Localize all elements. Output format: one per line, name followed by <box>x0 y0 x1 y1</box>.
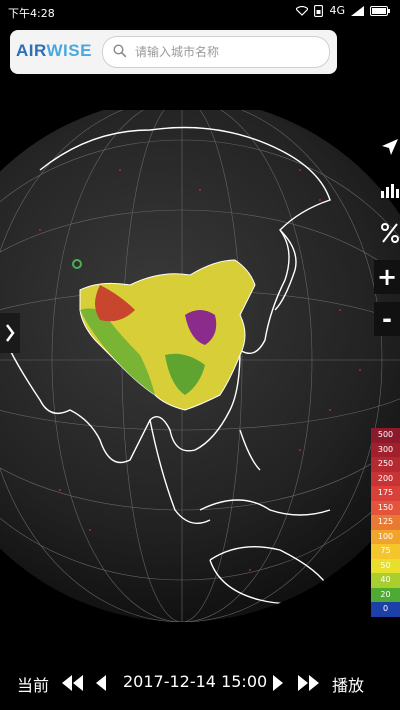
search-icon <box>113 44 127 58</box>
legend-cell: 20 <box>371 587 400 602</box>
zoom-out-button[interactable]: - <box>374 302 400 336</box>
network-type: 4G <box>329 4 345 17</box>
legend-cell: 40 <box>371 573 400 588</box>
signal-icon <box>351 5 364 16</box>
status-time: 下午4:28 <box>8 7 55 20</box>
legend-cell: 250 <box>371 457 400 472</box>
current-button[interactable]: 当前 <box>17 672 49 696</box>
legend-cell: 0 <box>371 602 400 617</box>
time-controls: 当前 2017-12-14 15:00 播放 <box>0 660 400 706</box>
percent-icon[interactable] <box>380 222 400 244</box>
chevron-right-icon <box>6 324 15 342</box>
legend-cell: 150 <box>371 500 400 515</box>
legend-cell: 125 <box>371 515 400 530</box>
legend-cell: 50 <box>371 558 400 573</box>
aqi-legend: 500 300 250 200 175 150 125 100 75 50 40 20 0 <box>371 428 400 617</box>
legend-cell: 200 <box>371 471 400 486</box>
datetime-display: 2017-12-14 15:00 <box>123 672 268 691</box>
step-forward-icon[interactable] <box>272 673 284 693</box>
legend-cell: 100 <box>371 529 400 544</box>
battery-icon <box>370 5 390 16</box>
sim-icon <box>314 4 324 17</box>
status-bar: 下午4:28 4G <box>0 0 400 24</box>
expand-panel-button[interactable] <box>0 313 20 353</box>
play-button[interactable]: 播放 <box>332 672 364 696</box>
globe-map[interactable] <box>0 98 400 650</box>
brand-logo: AIRWISE <box>16 41 92 60</box>
step-back-icon[interactable] <box>95 673 107 693</box>
legend-cell: 175 <box>371 486 400 501</box>
wifi-icon <box>296 5 309 16</box>
search-input[interactable] <box>133 41 322 63</box>
search-bar: AIRWISE <box>10 30 337 74</box>
rewind-icon[interactable] <box>60 673 84 693</box>
globe-canvas[interactable] <box>0 98 400 650</box>
legend-cell: 500 <box>371 428 400 443</box>
navigate-icon[interactable] <box>380 137 400 157</box>
legend-cell: 75 <box>371 544 400 559</box>
legend-cell: 300 <box>371 442 400 457</box>
status-icons: 4G <box>296 4 390 17</box>
chart-icon[interactable] <box>380 180 400 200</box>
search-field[interactable] <box>102 36 330 68</box>
zoom-in-button[interactable]: + <box>374 260 400 294</box>
fast-forward-icon[interactable] <box>297 673 321 693</box>
